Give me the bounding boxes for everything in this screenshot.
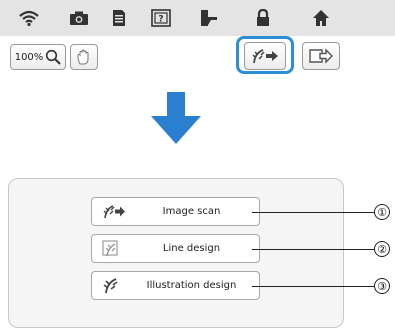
down-arrow-icon — [148, 92, 204, 146]
illustration-design-label: Illustration design — [146, 280, 237, 291]
image-scan-label: Image scan — [162, 206, 221, 217]
callout-number-2: ② — [374, 241, 390, 257]
home-icon[interactable] — [310, 8, 332, 28]
export-arrow-icon — [308, 47, 334, 65]
line-design-button[interactable]: Line design — [91, 234, 260, 263]
image-scan-icon — [102, 203, 125, 220]
hand-icon — [76, 48, 92, 66]
scan-button-highlight — [236, 36, 294, 74]
line-design-label: Line design — [162, 243, 221, 254]
illustration-design-icon — [102, 277, 122, 294]
camera-icon[interactable] — [68, 8, 90, 28]
document-icon[interactable] — [108, 8, 130, 28]
image-scan-button[interactable]: Image scan — [91, 197, 260, 226]
callout-number-1: ① — [374, 204, 390, 220]
zoom-button[interactable]: 100% — [10, 44, 66, 70]
export-button[interactable] — [302, 42, 340, 70]
pan-hand-button[interactable] — [70, 44, 98, 70]
thread-icon[interactable] — [198, 8, 220, 28]
callout-line-2 — [252, 249, 374, 250]
top-icon-bar: ? — [0, 0, 395, 36]
zoom-level: 100% — [14, 51, 44, 63]
lock-icon[interactable] — [252, 8, 274, 28]
callout-line-3 — [252, 286, 374, 287]
line-design-icon — [102, 240, 122, 257]
callout-number-3: ③ — [374, 278, 390, 294]
wifi-icon[interactable] — [18, 8, 40, 28]
secondary-toolbar: 100% — [0, 36, 395, 78]
magnifier-icon — [45, 49, 62, 65]
callout-line-1 — [252, 212, 374, 213]
svg-text:?: ? — [158, 15, 163, 25]
help-icon[interactable]: ? — [150, 8, 172, 28]
illustration-design-button[interactable]: Illustration design — [91, 271, 260, 300]
